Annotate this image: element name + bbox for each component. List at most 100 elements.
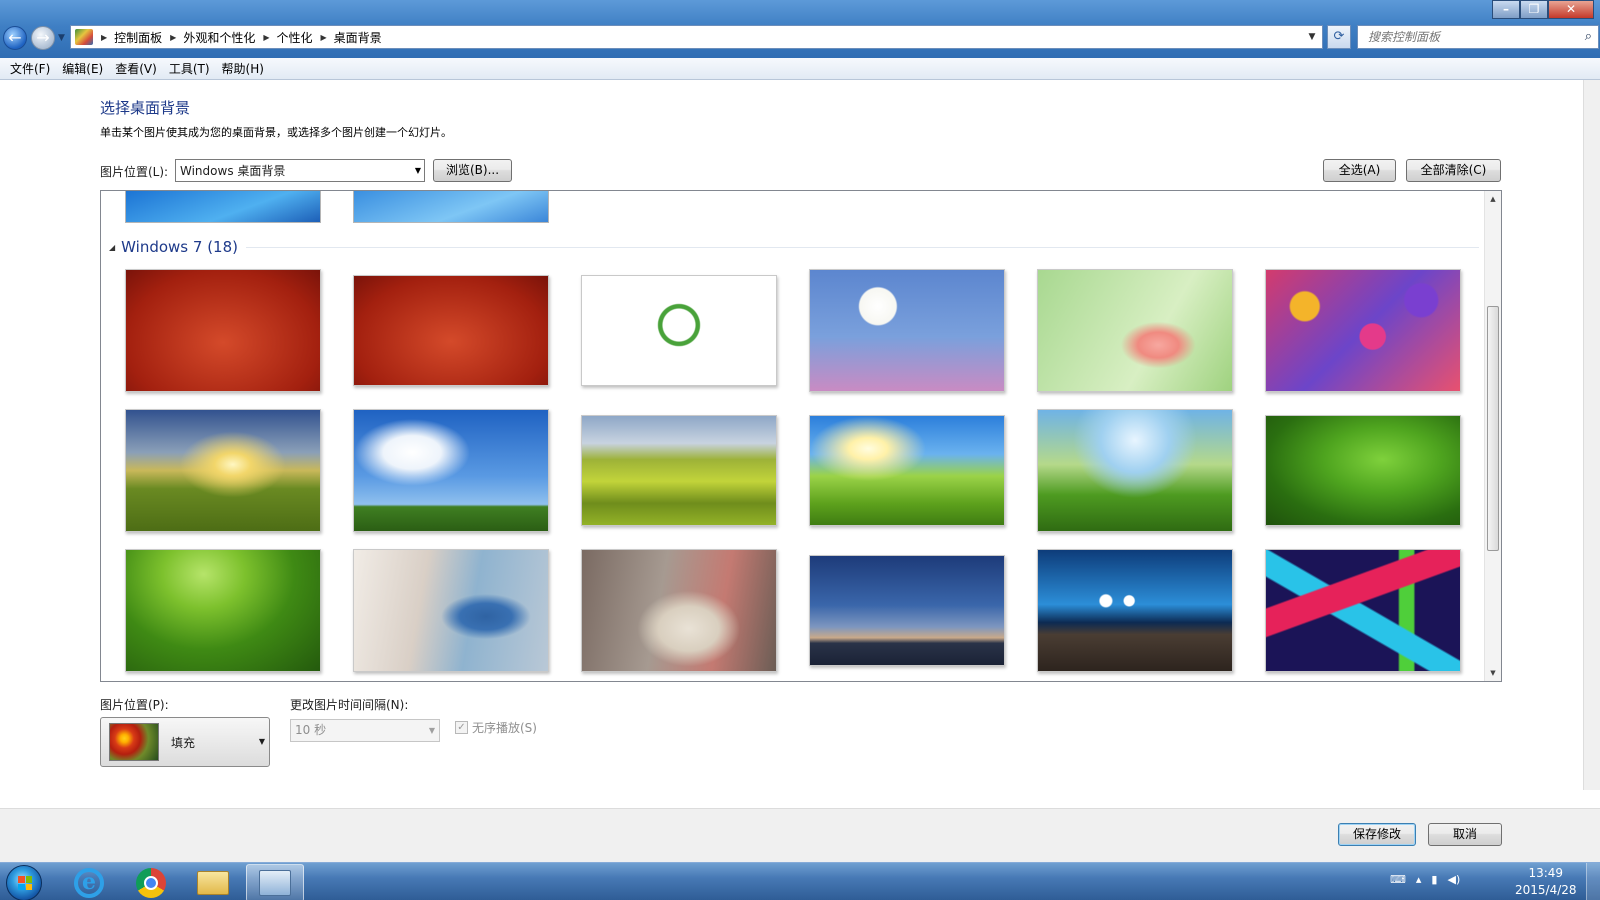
close-button[interactable]: ✕: [1548, 0, 1594, 19]
breadcrumb-separator-icon[interactable]: ▶: [101, 33, 107, 42]
show-desktop-button[interactable]: [1586, 863, 1600, 900]
thumbnail-green-leaf-droplets[interactable]: [1265, 415, 1461, 526]
position-preview-image: [109, 723, 159, 761]
breadcrumb-separator-icon[interactable]: ▶: [321, 33, 327, 42]
thumbnail-pink-lily[interactable]: [1037, 269, 1233, 392]
picture-position-dropdown[interactable]: 填充 ▼: [100, 717, 270, 767]
scrollbar-thumb[interactable]: [1487, 306, 1499, 551]
breadcrumb-personalization[interactable]: 个性化: [277, 29, 313, 46]
menu-bar: 文件(F) 编辑(E) 查看(V) 工具(T) 帮助(H): [0, 58, 1600, 80]
divider: [246, 246, 1479, 248]
clear-all-button[interactable]: 全部清除(C): [1406, 159, 1501, 182]
window-controls: – ❐ ✕: [1492, 0, 1594, 19]
shuffle-option[interactable]: ✓ 无序播放(S): [455, 719, 537, 736]
menu-view[interactable]: 查看(V): [109, 60, 163, 77]
breadcrumb-control-panel[interactable]: 控制面板: [114, 29, 162, 46]
thumbnail-colorful-flowers[interactable]: [1265, 269, 1461, 392]
clock[interactable]: 13:49 2015/4/28: [1515, 865, 1577, 899]
page-description: 单击某个图片使其成为您的桌面背景，或选择多个图片创建一个幻灯片。: [100, 126, 452, 139]
shuffle-label: 无序播放(S): [472, 721, 537, 735]
thumbnail-evening-sky-sea[interactable]: [809, 555, 1005, 666]
picture-location-label: 图片位置(L):: [100, 165, 169, 179]
picture-location-value: Windows 桌面背景: [180, 164, 286, 178]
start-button[interactable]: [6, 865, 42, 900]
browse-button[interactable]: 浏览(B)...: [433, 159, 512, 182]
volume-icon[interactable]: ◀): [1447, 873, 1460, 886]
search-input[interactable]: [1358, 26, 1568, 48]
search-box[interactable]: ⌕: [1357, 25, 1599, 49]
chevron-down-icon: ▼: [258, 737, 265, 746]
address-bar[interactable]: ▶ 控制面板 ▶ 外观和个性化 ▶ 个性化 ▶ 桌面背景 ▼: [70, 25, 1323, 49]
windows-logo-icon: [18, 876, 32, 890]
show-hidden-icons-icon[interactable]: ▴: [1416, 873, 1422, 886]
title-bar: ← → ▼ ▶ 控制面板 ▶ 外观和个性化 ▶ 个性化 ▶ 桌面背景 ▼ ⟳ ⌕…: [0, 0, 1600, 58]
taskbar-control-panel[interactable]: [246, 864, 304, 900]
chevron-down-icon: ▼: [414, 166, 421, 175]
forward-arrow-icon[interactable]: →: [31, 26, 55, 50]
thumbnail-bokeh-lights-wood[interactable]: [1037, 549, 1233, 672]
thumbnail-colorful-circle-logo[interactable]: [581, 275, 777, 386]
clock-time: 13:49: [1528, 866, 1564, 880]
collapse-triangle-icon[interactable]: ◢: [109, 243, 115, 252]
minimize-button[interactable]: –: [1492, 0, 1520, 19]
clock-date: 2015/4/28: [1515, 883, 1577, 897]
cancel-button[interactable]: 取消: [1428, 823, 1502, 846]
taskbar: e ⌨ ▴ ▮ ◀) 13:49 2015/4/28: [0, 862, 1600, 900]
breadcrumb-separator-icon[interactable]: ▶: [170, 33, 176, 42]
picture-position-label: 图片位置(P):: [100, 698, 169, 712]
thumbnail-blue-sky-clouds[interactable]: [353, 409, 549, 532]
thumbnail-girl-white-coat[interactable]: [581, 549, 777, 672]
thumbnail-green-hill-sunburst[interactable]: [809, 415, 1005, 526]
search-icon[interactable]: ⌕: [1585, 29, 1592, 44]
menu-edit[interactable]: 编辑(E): [56, 60, 109, 77]
refresh-icon[interactable]: ⟳: [1327, 25, 1351, 49]
picture-position-value: 填充: [171, 736, 196, 750]
internet-explorer-icon: e: [74, 868, 104, 898]
thumbnail-lotus-leaves[interactable]: [125, 549, 321, 672]
maximize-button[interactable]: ❐: [1520, 0, 1548, 19]
thumbnail-sunrise-field[interactable]: [125, 409, 321, 532]
interval-value: 10 秒: [295, 723, 327, 737]
breadcrumb-separator-icon[interactable]: ▶: [263, 33, 269, 42]
save-button[interactable]: 保存修改: [1338, 823, 1416, 846]
breadcrumb-appearance[interactable]: 外观和个性化: [183, 29, 255, 46]
control-panel-icon: [259, 870, 291, 896]
keyboard-icon[interactable]: ⌨: [1390, 873, 1406, 886]
network-icon[interactable]: ▮: [1431, 873, 1437, 886]
taskbar-file-explorer[interactable]: [184, 864, 242, 900]
menu-help[interactable]: 帮助(H): [216, 60, 270, 77]
thumbnail-geometric-colors[interactable]: [1265, 549, 1461, 672]
thumbnail-girl-blue-dress[interactable]: [353, 549, 549, 672]
window-scrollbar[interactable]: [1583, 80, 1600, 790]
taskbar-chrome[interactable]: [122, 864, 180, 900]
address-dropdown-icon[interactable]: ▼: [1302, 26, 1322, 48]
breadcrumb-desktop-background[interactable]: 桌面背景: [334, 29, 382, 46]
menu-file[interactable]: 文件(F): [4, 60, 56, 77]
shuffle-checkbox[interactable]: ✓: [455, 721, 468, 734]
gallery-scrollbar[interactable]: ▲ ▼: [1484, 191, 1501, 681]
recent-pages-chevron-icon[interactable]: ▼: [58, 33, 65, 43]
folder-icon: [197, 871, 229, 895]
scroll-down-arrow-icon[interactable]: ▼: [1485, 665, 1501, 681]
thumbnail-red-labor-day-1[interactable]: [125, 269, 321, 392]
interval-select[interactable]: 10 秒 ▼: [290, 719, 440, 742]
menu-tools[interactable]: 工具(T): [163, 60, 216, 77]
system-tray: ⌨ ▴ ▮ ◀): [1390, 873, 1460, 886]
wallpaper-gallery[interactable]: ◢ Windows 7 (18) ▲ ▼: [100, 190, 1502, 682]
thumbnail-daisy-flowers[interactable]: [809, 269, 1005, 392]
page-title: 选择桌面背景: [100, 99, 191, 117]
thumbnail-red-labor-day-2[interactable]: [353, 275, 549, 386]
select-all-button[interactable]: 全选(A): [1323, 159, 1396, 182]
interval-label: 更改图片时间间隔(N):: [290, 698, 409, 712]
taskbar-internet-explorer[interactable]: e: [60, 864, 118, 900]
thumbnail-grass-closeup[interactable]: [1037, 409, 1233, 532]
chevron-down-icon: ▼: [428, 726, 435, 735]
thumbnail-partial[interactable]: [125, 191, 321, 223]
back-arrow-icon[interactable]: ←: [3, 26, 27, 50]
group-header[interactable]: ◢ Windows 7 (18): [109, 238, 1479, 256]
picture-location-select[interactable]: Windows 桌面背景 ▼: [175, 159, 425, 182]
group-title: Windows 7 (18): [121, 238, 238, 256]
thumbnail-partial[interactable]: [353, 191, 549, 223]
scroll-up-arrow-icon[interactable]: ▲: [1485, 191, 1501, 207]
thumbnail-rolling-green-hills[interactable]: [581, 415, 777, 526]
